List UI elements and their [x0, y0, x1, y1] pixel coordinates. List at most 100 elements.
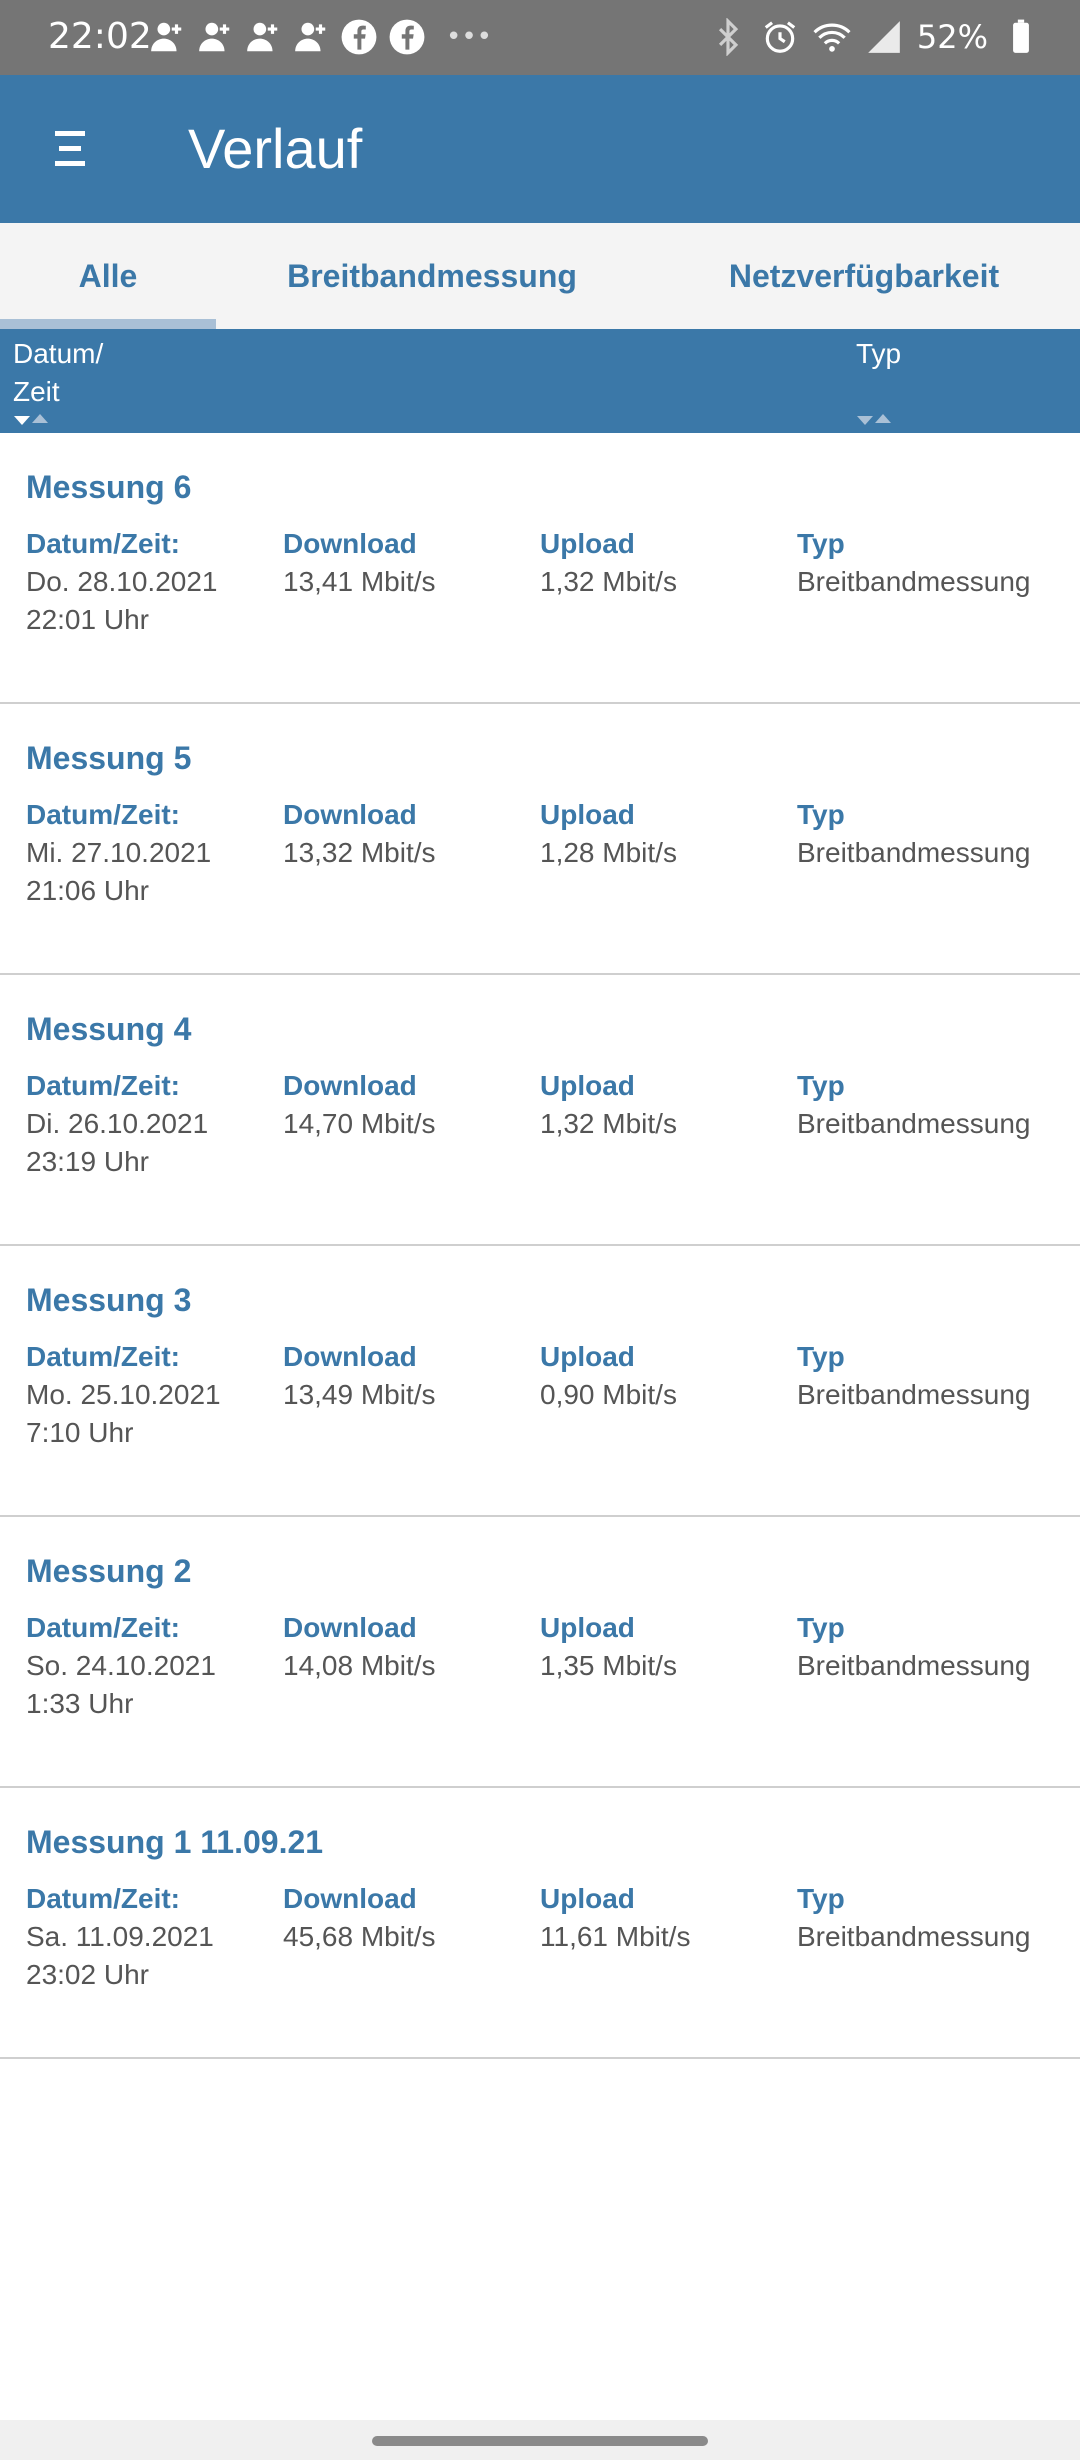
list-item[interactable]: Messung 4 Datum/Zeit: Di. 26.10.2021 23:…	[0, 975, 1080, 1246]
date-header-line1: Datum/	[13, 338, 104, 369]
upload-value: 1,35 Mbit/s	[540, 1650, 677, 1681]
date-label: Datum/Zeit:	[26, 1612, 180, 1643]
status-time: 22:02	[48, 16, 152, 57]
measurement-title: Messung 4	[26, 1011, 192, 1047]
time-value: 1:33 Uhr	[26, 1688, 134, 1719]
upload-label: Upload	[540, 528, 635, 559]
tab-bar: Alle Breitbandmessung Netzverfügbarkeit	[0, 223, 1080, 329]
battery-icon	[1013, 19, 1029, 53]
type-column: Typ Breitbandmessung	[797, 1338, 1067, 1414]
page-title: Verlauf	[188, 117, 363, 180]
date-value: So. 24.10.2021	[26, 1650, 216, 1681]
battery-percent: 52%	[916, 18, 988, 56]
type-label: Typ	[797, 1883, 845, 1914]
list-item[interactable]: Messung 1 11.09.21 Datum/Zeit: Sa. 11.09…	[0, 1788, 1080, 2059]
tab-breitbandmessung[interactable]: Breitbandmessung	[216, 223, 648, 329]
active-tab-indicator	[0, 319, 216, 329]
type-value: Breitbandmessung	[797, 1921, 1031, 1952]
measurement-title: Messung 2	[26, 1553, 192, 1589]
type-value: Breitbandmessung	[797, 1650, 1031, 1681]
date-column: Datum/Zeit: So. 24.10.2021 1:33 Uhr	[26, 1609, 276, 1723]
date-column: Datum/Zeit: Mi. 27.10.2021 21:06 Uhr	[26, 796, 276, 910]
measurement-title: Messung 6	[26, 469, 192, 505]
type-label: Typ	[797, 1070, 845, 1101]
download-column: Download 13,49 Mbit/s	[283, 1338, 533, 1414]
download-column: Download 45,68 Mbit/s	[283, 1880, 533, 1956]
menu-button[interactable]	[40, 119, 100, 179]
tab-netzverfuegbarkeit[interactable]: Netzverfügbarkeit	[648, 223, 1080, 329]
download-label: Download	[283, 1070, 417, 1101]
home-indicator[interactable]	[372, 2436, 708, 2446]
type-value: Breitbandmessung	[797, 1108, 1031, 1139]
sort-arrows-icon[interactable]	[855, 411, 895, 427]
list-item[interactable]: Messung 2 Datum/Zeit: So. 24.10.2021 1:3…	[0, 1517, 1080, 1788]
notification-icons: •••	[148, 18, 492, 56]
date-value: Di. 26.10.2021	[26, 1108, 209, 1139]
upload-value: 11,61 Mbit/s	[540, 1921, 691, 1952]
time-value: 7:10 Uhr	[26, 1417, 134, 1448]
date-value: Sa. 11.09.2021	[26, 1921, 214, 1952]
type-label: Typ	[797, 528, 845, 559]
type-column: Typ Breitbandmessung	[797, 525, 1067, 601]
date-header-line2: Zeit	[13, 376, 60, 407]
date-value: Do. 28.10.2021	[26, 566, 218, 597]
type-value: Breitbandmessung	[797, 566, 1031, 597]
date-column: Datum/Zeit: Di. 26.10.2021 23:19 Uhr	[26, 1067, 276, 1181]
upload-value: 1,32 Mbit/s	[540, 1108, 677, 1139]
download-label: Download	[283, 1612, 417, 1643]
alarm-icon	[764, 21, 796, 53]
upload-column: Upload 11,61 Mbit/s	[540, 1880, 790, 1956]
signal-icon	[868, 21, 900, 53]
download-value: 14,70 Mbit/s	[283, 1108, 436, 1139]
hamburger-menu-icon	[55, 131, 85, 166]
measurement-title: Messung 5	[26, 740, 192, 776]
download-label: Download	[283, 528, 417, 559]
date-value: Mo. 25.10.2021	[26, 1379, 221, 1410]
status-bar: 22:02 ••• 52%	[0, 0, 1080, 75]
time-value: 23:19 Uhr	[26, 1146, 149, 1177]
upload-column: Upload 0,90 Mbit/s	[540, 1338, 790, 1414]
date-label: Datum/Zeit:	[26, 528, 180, 559]
more-icon: •••	[446, 22, 493, 52]
upload-column: Upload 1,32 Mbit/s	[540, 1067, 790, 1143]
sort-by-type-header[interactable]: Typ	[856, 335, 901, 373]
upload-value: 1,28 Mbit/s	[540, 837, 677, 868]
date-column: Datum/Zeit: Do. 28.10.2021 22:01 Uhr	[26, 525, 276, 639]
date-value: Mi. 27.10.2021	[26, 837, 212, 868]
type-value: Breitbandmessung	[797, 1379, 1031, 1410]
upload-column: Upload 1,28 Mbit/s	[540, 796, 790, 872]
upload-value: 0,90 Mbit/s	[540, 1379, 677, 1410]
date-column: Datum/Zeit: Sa. 11.09.2021 23:02 Uhr	[26, 1880, 276, 1994]
type-label: Typ	[797, 1612, 845, 1643]
download-value: 45,68 Mbit/s	[283, 1921, 436, 1952]
list-item[interactable]: Messung 3 Datum/Zeit: Mo. 25.10.2021 7:1…	[0, 1246, 1080, 1517]
table-header: Datum/ Zeit Typ	[0, 329, 1080, 433]
time-value: 23:02 Uhr	[26, 1959, 149, 1990]
date-label: Datum/Zeit:	[26, 799, 180, 830]
type-value: Breitbandmessung	[797, 837, 1031, 868]
tab-alle[interactable]: Alle	[0, 223, 216, 329]
bluetooth-icon	[718, 18, 739, 56]
download-label: Download	[283, 1341, 417, 1372]
type-label: Typ	[797, 799, 845, 830]
type-column: Typ Breitbandmessung	[797, 796, 1067, 872]
type-column: Typ Breitbandmessung	[797, 1880, 1067, 1956]
system-icons: 52%	[709, 14, 1040, 60]
list-item[interactable]: Messung 6 Datum/Zeit: Do. 28.10.2021 22:…	[0, 433, 1080, 704]
date-label: Datum/Zeit:	[26, 1883, 180, 1914]
download-value: 13,32 Mbit/s	[283, 837, 436, 868]
type-column: Typ Breitbandmessung	[797, 1067, 1067, 1143]
list-item[interactable]: Messung 5 Datum/Zeit: Mi. 27.10.2021 21:…	[0, 704, 1080, 975]
time-value: 22:01 Uhr	[26, 604, 149, 635]
date-column: Datum/Zeit: Mo. 25.10.2021 7:10 Uhr	[26, 1338, 276, 1452]
person-add-icon	[295, 22, 326, 52]
time-value: 21:06 Uhr	[26, 875, 149, 906]
type-label: Typ	[797, 1341, 845, 1372]
date-label: Datum/Zeit:	[26, 1070, 180, 1101]
sort-arrows-icon[interactable]	[12, 411, 52, 427]
wifi-icon	[813, 23, 851, 52]
sort-by-date-header[interactable]: Datum/ Zeit	[13, 335, 103, 411]
upload-column: Upload 1,35 Mbit/s	[540, 1609, 790, 1685]
measurement-list: Messung 6 Datum/Zeit: Do. 28.10.2021 22:…	[0, 433, 1080, 2059]
download-column: Download 14,70 Mbit/s	[283, 1067, 533, 1143]
